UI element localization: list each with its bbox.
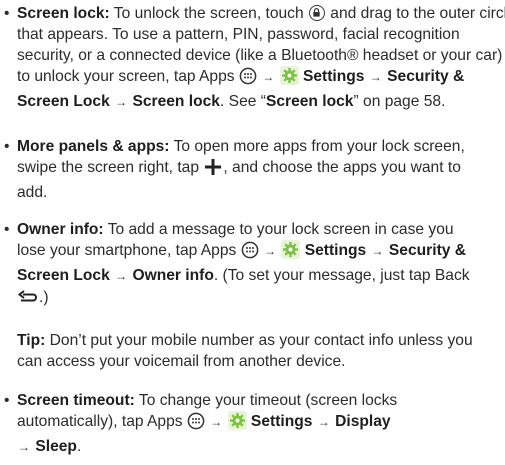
bullet: • [4,138,10,155]
bullet: • [4,392,10,409]
apps-icon [187,412,205,436]
bullet: • [4,5,10,22]
settings-gear-icon [281,240,301,265]
list-item-owner-info: • Owner info: To add a message to your l… [0,219,477,312]
item-label: Owner info: [17,221,104,238]
back-icon [17,290,39,312]
item-label: Screen timeout: [17,392,135,409]
tip-label: Tip: [17,332,46,349]
tip-paragraph: Tip: Don’t put your mobile number as you… [17,332,473,370]
item-label: Screen lock: [17,5,110,22]
list-item-screen-lock: • Screen lock: To unlock the screen, tou… [4,5,505,110]
settings-gear-icon [227,411,247,436]
item-label: More panels & apps: [17,138,170,155]
lock-circle-icon [308,5,325,21]
bullet: • [4,221,10,238]
plus-icon [203,158,223,182]
cross-reference: Screen lock [265,93,354,110]
settings-gear-icon [279,66,299,91]
apps-icon [241,241,259,265]
apps-icon [239,67,257,91]
list-item-more-panels: • More panels & apps: To open more apps … [4,138,465,201]
list-item-screen-timeout: • Screen timeout: To change your timeout… [4,392,398,455]
